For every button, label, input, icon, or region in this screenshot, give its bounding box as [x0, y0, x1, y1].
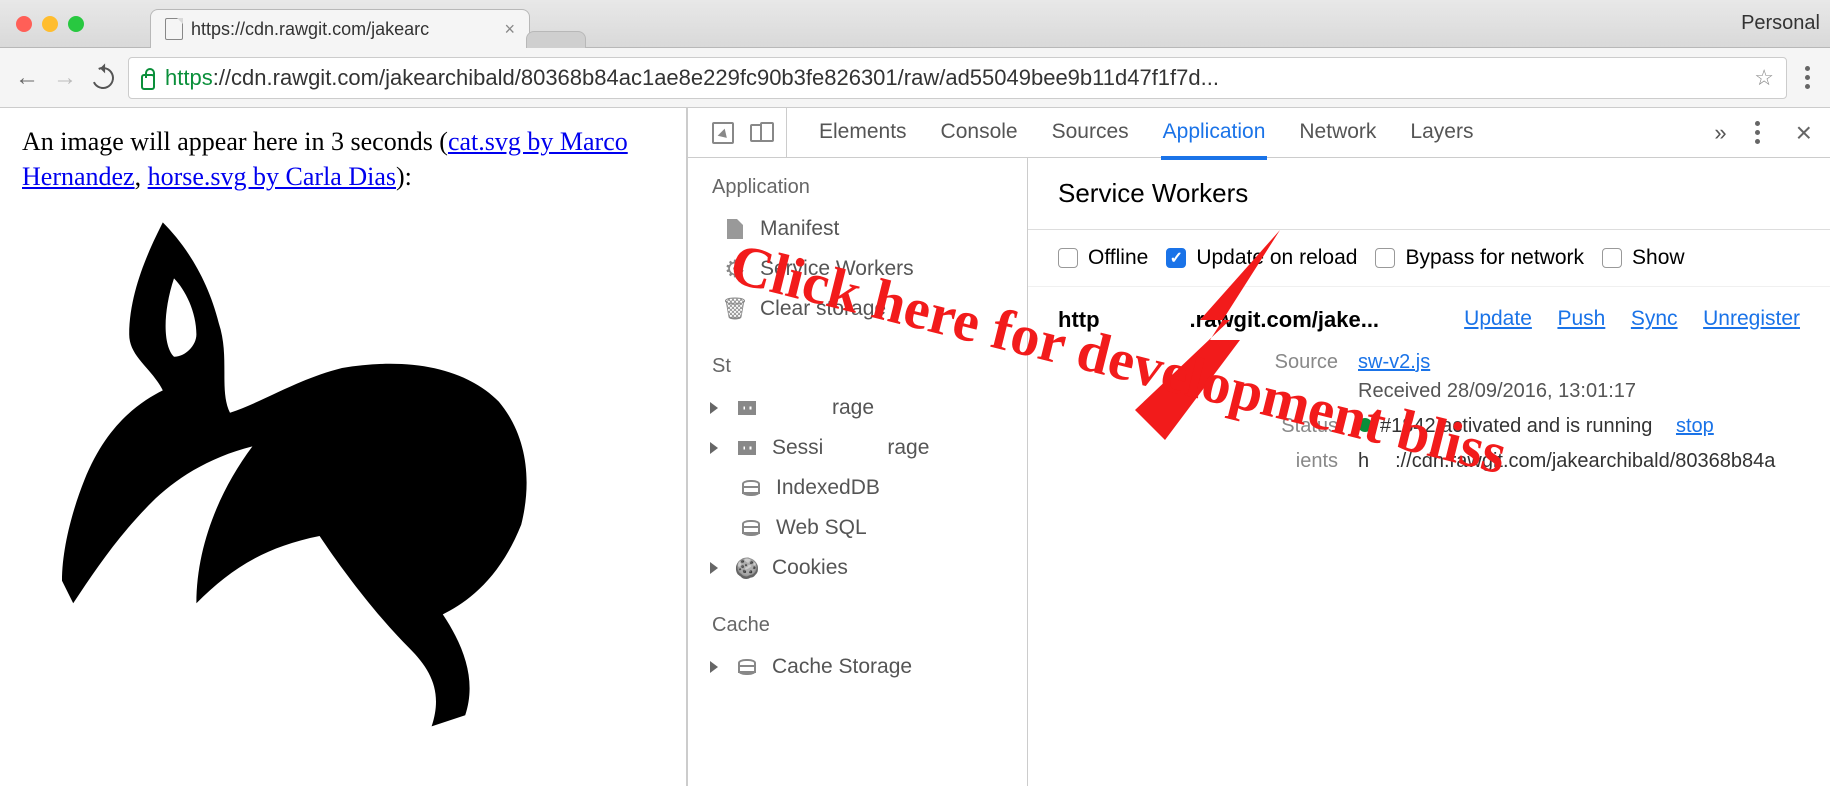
- profile-label[interactable]: Personal: [1741, 12, 1820, 35]
- cookie-icon: [736, 557, 758, 579]
- sw-action-unregister[interactable]: Unregister: [1703, 307, 1800, 330]
- sw-scope-url: http.rawgit.com/jake...: [1058, 307, 1424, 333]
- sidebar-item-indexeddb[interactable]: IndexedDB: [688, 468, 1027, 508]
- sidebar-item-service-workers[interactable]: Service Workers: [688, 249, 1027, 289]
- sw-client-url: h://cdn.rawgit.com/jakearchibald/80368b8…: [1358, 450, 1800, 473]
- manifest-icon: [727, 219, 743, 239]
- inspect-element-icon[interactable]: [712, 122, 734, 144]
- more-tabs-icon[interactable]: »: [1714, 120, 1726, 146]
- sw-action-sync[interactable]: Sync: [1631, 307, 1678, 330]
- expand-icon: [710, 402, 718, 414]
- tab-elements[interactable]: Elements: [817, 108, 909, 158]
- forward-button[interactable]: →: [52, 65, 78, 91]
- page-text-suffix: ):: [396, 162, 412, 191]
- address-bar[interactable]: https://cdn.rawgit.com/jakearchibald/803…: [128, 57, 1787, 99]
- minimize-window-button[interactable]: [42, 16, 58, 32]
- close-devtools-button[interactable]: ×: [1788, 117, 1820, 149]
- sw-received: Received 28/09/2016, 13:01:17: [1358, 380, 1800, 403]
- sw-action-push[interactable]: Push: [1557, 307, 1605, 330]
- checkbox-update-on-reload[interactable]: Update on reload: [1166, 246, 1357, 270]
- checkbox-show[interactable]: Show: [1602, 246, 1685, 270]
- bookmark-star-icon[interactable]: ☆: [1754, 65, 1774, 91]
- tab-console[interactable]: Console: [939, 108, 1020, 158]
- application-sidebar: Application Manifest Service Workers Cle…: [688, 158, 1028, 786]
- database-icon: [742, 520, 760, 536]
- sidebar-item-manifest[interactable]: Manifest: [688, 209, 1027, 249]
- browser-toolbar: ← → https://cdn.rawgit.com/jakearchibald…: [0, 48, 1830, 108]
- sidebar-item-cache-storage[interactable]: Cache Storage: [688, 647, 1027, 687]
- label-clients: ients: [1228, 450, 1338, 473]
- page-text-sep: ,: [135, 162, 148, 191]
- trash-icon: [724, 298, 746, 320]
- expand-icon: [710, 562, 718, 574]
- label-status: Status: [1228, 415, 1338, 438]
- application-main: Service Workers Offline Update on reload…: [1028, 158, 1830, 786]
- device-toolbar-icon[interactable]: [750, 124, 772, 142]
- sidebar-item-cookies[interactable]: Cookies: [688, 548, 1027, 588]
- sidebar-item-storage-1[interactable]: rage: [688, 388, 1027, 428]
- storage-icon: [738, 401, 756, 415]
- page-text-prefix: An image will appear here in 3 seconds (: [22, 127, 448, 156]
- sidebar-section-cache: Cache: [688, 604, 1027, 647]
- database-icon: [738, 659, 756, 675]
- checkbox-bypass-for-network[interactable]: Bypass for network: [1375, 246, 1584, 270]
- sw-actions: Update Push Sync Unregister: [1444, 307, 1800, 333]
- sw-stop-link[interactable]: stop: [1676, 415, 1714, 437]
- expand-icon: [710, 442, 718, 454]
- checkbox-offline[interactable]: Offline: [1058, 246, 1148, 270]
- gear-icon: [724, 258, 746, 280]
- file-icon: [165, 18, 183, 40]
- sidebar-item-session-storage[interactable]: Sessirage: [688, 428, 1027, 468]
- horse-image: [22, 200, 662, 760]
- sidebar-item-websql[interactable]: Web SQL: [688, 508, 1027, 548]
- close-tab-button[interactable]: ×: [504, 19, 515, 40]
- storage-icon: [738, 441, 756, 455]
- fullscreen-window-button[interactable]: [68, 16, 84, 32]
- window-titlebar: https://cdn.rawgit.com/jakearc × Persona…: [0, 0, 1830, 48]
- url-scheme: https: [165, 65, 213, 90]
- devtools-header: Elements Console Sources Application Net…: [688, 108, 1830, 158]
- link-horse-svg[interactable]: horse.svg by Carla Dias: [148, 162, 396, 191]
- browser-tab[interactable]: https://cdn.rawgit.com/jakearc ×: [150, 9, 530, 48]
- sw-action-update[interactable]: Update: [1464, 307, 1532, 330]
- panel-title: Service Workers: [1028, 158, 1830, 230]
- devtools-tabs: Elements Console Sources Application Net…: [795, 108, 1497, 158]
- expand-icon: [710, 661, 718, 673]
- lock-icon: [141, 66, 155, 90]
- database-icon: [742, 480, 760, 496]
- sw-source-link[interactable]: sw-v2.js: [1358, 351, 1430, 373]
- new-tab-button[interactable]: [526, 31, 586, 48]
- sidebar-section-storage: St: [688, 345, 1027, 388]
- sidebar-section-application: Application: [688, 166, 1027, 209]
- traffic-lights: [16, 16, 84, 32]
- reload-button[interactable]: [90, 65, 116, 91]
- browser-menu-button[interactable]: [1799, 66, 1816, 89]
- label-source: Source: [1228, 351, 1338, 374]
- close-window-button[interactable]: [16, 16, 32, 32]
- page-content: An image will appear here in 3 seconds (…: [0, 108, 686, 786]
- back-button[interactable]: ←: [14, 65, 40, 91]
- tab-sources[interactable]: Sources: [1050, 108, 1131, 158]
- sw-status-text: #1842 activated and is running: [1380, 415, 1652, 437]
- sidebar-item-clear-storage[interactable]: Clear storage: [688, 289, 1027, 329]
- tab-application[interactable]: Application: [1161, 108, 1268, 160]
- tab-network[interactable]: Network: [1297, 108, 1378, 158]
- devtools-menu-icon[interactable]: [1749, 121, 1766, 144]
- devtools-panel: Elements Console Sources Application Net…: [686, 108, 1830, 786]
- tab-layers[interactable]: Layers: [1408, 108, 1475, 158]
- url-rest: ://cdn.rawgit.com/jakearchibald/80368b84…: [213, 65, 1219, 90]
- status-dot-icon: [1358, 418, 1372, 432]
- tab-title: https://cdn.rawgit.com/jakearc: [191, 19, 429, 40]
